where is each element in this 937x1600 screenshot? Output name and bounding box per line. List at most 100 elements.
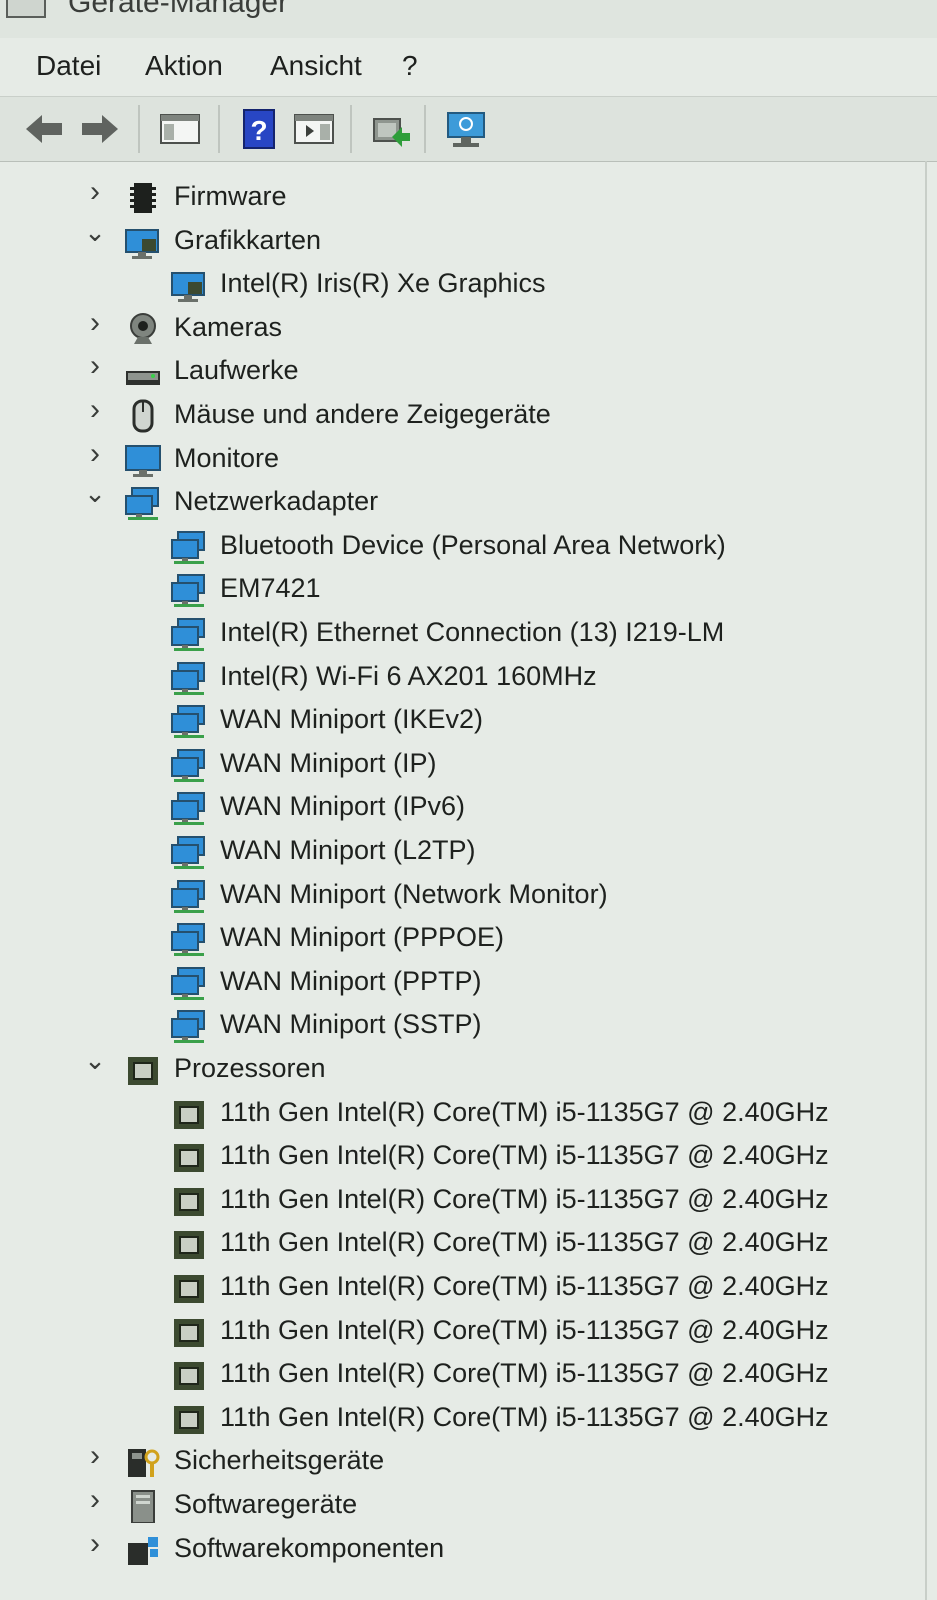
tree-category[interactable]: › Firmware: [0, 177, 920, 219]
tree-category[interactable]: ⌄ Netzwerkadapter: [0, 480, 920, 524]
firmware-icon: [130, 183, 156, 213]
monitor-icon: [125, 444, 161, 477]
tree-device[interactable]: 11th Gen Intel(R) Core(TM) i5-1135G7 @ 2…: [0, 1136, 920, 1178]
processor-icon: [174, 1318, 204, 1347]
tree-device[interactable]: WAN Miniport (IP): [0, 744, 920, 786]
tree-item-label: WAN Miniport (L2TP): [220, 835, 476, 865]
tree-device[interactable]: 11th Gen Intel(R) Core(TM) i5-1135G7 @ 2…: [0, 1180, 920, 1222]
processor-icon: [174, 1231, 204, 1260]
network-adapter-icon: [171, 574, 205, 608]
tree-item-label: Softwarekomponenten: [174, 1532, 445, 1563]
tree-category[interactable]: ⌄ Prozessoren: [0, 1047, 920, 1091]
chevron-right-icon[interactable]: ›: [84, 438, 106, 468]
network-adapter-icon: [171, 966, 205, 1000]
disk-drive-icon: [126, 371, 160, 386]
tree-device[interactable]: WAN Miniport (Network Monitor): [0, 875, 920, 917]
tree-item-label: Monitore: [174, 442, 280, 473]
chevron-down-icon[interactable]: ⌄: [84, 1047, 106, 1073]
tree-device[interactable]: WAN Miniport (IPv6): [0, 787, 920, 829]
tree-device[interactable]: 11th Gen Intel(R) Core(TM) i5-1135G7 @ 2…: [0, 1267, 920, 1309]
device-tree[interactable]: › Firmware ⌄ Grafikkarten Intel(R) Iris(R) X…: [0, 161, 927, 1600]
tree-item-label: Sicherheitsgeräte: [174, 1445, 385, 1476]
chevron-right-icon[interactable]: ›: [84, 1441, 106, 1471]
tree-item-label: WAN Miniport (IKEv2): [220, 704, 484, 735]
chevron-right-icon[interactable]: ›: [84, 307, 106, 337]
menu-bar: Datei Aktion Ansicht ?: [0, 42, 937, 92]
camera-icon: [130, 312, 156, 344]
tree-device[interactable]: WAN Miniport (L2TP): [0, 831, 920, 873]
tree-device[interactable]: WAN Miniport (PPPOE): [0, 918, 920, 960]
chevron-right-icon[interactable]: ›: [84, 177, 106, 207]
tree-device[interactable]: 11th Gen Intel(R) Core(TM) i5-1135G7 @ 2…: [0, 1311, 920, 1353]
menu-datei[interactable]: Datei: [36, 50, 101, 82]
processor-icon: [174, 1405, 204, 1434]
tree-item-label: Intel(R) Ethernet Connection (13) I219-L…: [220, 617, 725, 647]
forward-arrow-icon: [82, 115, 118, 143]
tree-category[interactable]: › Mäuse und andere Zeigegeräte: [0, 395, 920, 437]
software-device-icon: [131, 1490, 155, 1523]
network-adapter-icon: [171, 792, 205, 826]
tree-item-label: Prozessoren: [174, 1053, 326, 1083]
tree-device[interactable]: Intel(R) Ethernet Connection (13) I219-L…: [0, 613, 920, 655]
back-button[interactable]: [22, 107, 66, 151]
tree-category[interactable]: › Kameras: [0, 307, 920, 350]
tree-device[interactable]: 11th Gen Intel(R) Core(TM) i5-1135G7 @ 2…: [0, 1223, 920, 1265]
device-manager-icon: [6, 0, 46, 18]
tree-item-label: Kameras: [174, 311, 283, 342]
chevron-right-icon[interactable]: ›: [84, 351, 106, 381]
tree-category[interactable]: › Softwarekomponenten: [0, 1528, 920, 1571]
tree-category[interactable]: › Laufwerke: [0, 351, 920, 393]
network-adapter-icon: [171, 530, 205, 564]
toolbar: ?: [0, 96, 937, 162]
chevron-down-icon[interactable]: ⌄: [84, 480, 106, 506]
back-arrow-icon: [26, 115, 62, 143]
tree-device[interactable]: Intel(R) Wi-Fi 6 AX201 160MHz: [0, 657, 920, 699]
tree-device[interactable]: WAN Miniport (PPTP): [0, 962, 920, 1004]
network-adapter-icon: [171, 923, 205, 957]
tree-device[interactable]: WAN Miniport (SSTP): [0, 1005, 920, 1047]
tree-item-label: 11th Gen Intel(R) Core(TM) i5-1135G7 @ 2…: [220, 1401, 829, 1432]
display-adapter-icon: [171, 272, 205, 303]
tree-category[interactable]: › Sicherheitsgeräte: [0, 1441, 920, 1483]
tree-device[interactable]: Intel(R) Iris(R) Xe Graphics: [0, 264, 920, 306]
tree-category[interactable]: ⌄ Grafikkarten: [0, 219, 920, 263]
tree-item-label: Intel(R) Wi-Fi 6 AX201 160MHz: [220, 660, 597, 691]
scan-hardware-button[interactable]: [444, 107, 488, 151]
menu-aktion[interactable]: Aktion: [145, 50, 223, 82]
title-bar: Geräte-Manager: [0, 0, 937, 38]
tree-item-label: WAN Miniport (IP): [220, 747, 437, 778]
tree-category[interactable]: › Monitore: [0, 438, 920, 481]
tree-device[interactable]: 11th Gen Intel(R) Core(TM) i5-1135G7 @ 2…: [0, 1093, 920, 1135]
menu-ansicht[interactable]: Ansicht: [270, 50, 362, 82]
console-tree-button[interactable]: [158, 107, 202, 151]
forward-button[interactable]: [78, 107, 122, 151]
tree-item-label: Intel(R) Iris(R) Xe Graphics: [220, 268, 546, 299]
network-adapter-icon: [171, 705, 205, 739]
network-adapter-icon: [125, 487, 159, 521]
toolbar-separator: [138, 105, 140, 153]
tree-device[interactable]: 11th Gen Intel(R) Core(TM) i5-1135G7 @ 2…: [0, 1398, 920, 1440]
tree-device[interactable]: 11th Gen Intel(R) Core(TM) i5-1135G7 @ 2…: [0, 1354, 920, 1396]
processor-icon: [174, 1275, 204, 1303]
tree-device[interactable]: Bluetooth Device (Personal Area Network): [0, 526, 920, 568]
tree-item-label: 11th Gen Intel(R) Core(TM) i5-1135G7 @ 2…: [220, 1314, 829, 1345]
tree-device[interactable]: EM7421: [0, 569, 920, 611]
processor-icon: [174, 1100, 204, 1129]
window-title: Geräte-Manager: [68, 0, 289, 19]
tree-device[interactable]: WAN Miniport (IKEv2): [0, 700, 920, 742]
network-adapter-icon: [171, 748, 205, 782]
tree-category[interactable]: › Softwaregeräte: [0, 1485, 920, 1527]
tree-item-label: WAN Miniport (SSTP): [220, 1009, 482, 1040]
help-button[interactable]: ?: [238, 107, 282, 151]
menu-help[interactable]: ?: [402, 50, 418, 82]
chevron-right-icon[interactable]: ›: [84, 395, 106, 425]
chevron-right-icon[interactable]: ›: [84, 1485, 106, 1515]
action-pane-button[interactable]: [292, 107, 336, 151]
update-driver-button[interactable]: [368, 107, 412, 151]
chevron-right-icon[interactable]: ›: [84, 1528, 106, 1558]
processor-icon: [174, 1187, 204, 1216]
show-hide-console-tree-icon: [160, 114, 200, 144]
help-icon: ?: [243, 109, 275, 149]
chevron-down-icon[interactable]: ⌄: [84, 219, 106, 245]
tree-item-label: 11th Gen Intel(R) Core(TM) i5-1135G7 @ 2…: [220, 1358, 829, 1389]
